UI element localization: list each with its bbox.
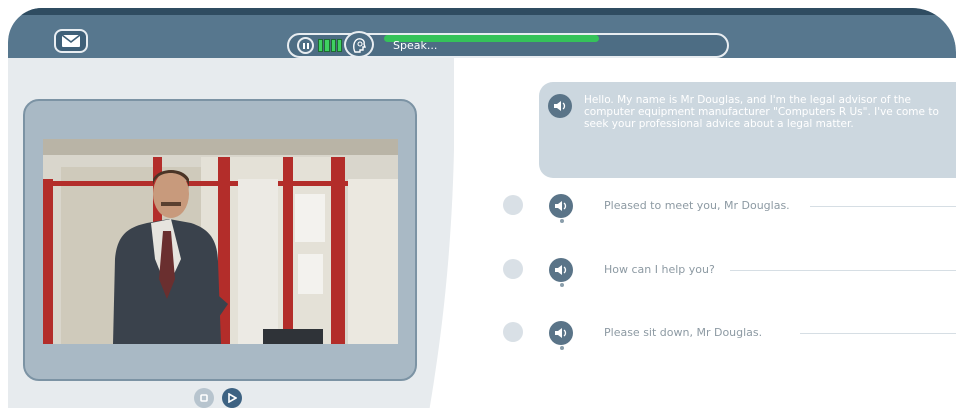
level-bar	[336, 39, 342, 52]
level-bar	[318, 39, 324, 52]
response-option[interactable]: Please sit down, Mr Douglas.	[503, 320, 956, 350]
bullet-dot	[560, 283, 564, 287]
speak-button[interactable]	[344, 31, 374, 58]
response-radio[interactable]	[503, 259, 523, 279]
response-radio[interactable]	[503, 195, 523, 215]
stop-button[interactable]	[194, 388, 214, 408]
response-label[interactable]: Pleased to meet you, Mr Douglas.	[604, 199, 790, 212]
bullet-dot	[560, 219, 564, 223]
app-window: Speak... Hello. My name is Mr Douglas, a…	[8, 8, 956, 408]
audio-level-icon	[318, 39, 342, 52]
speaker-icon[interactable]	[549, 258, 573, 282]
top-bar-shade	[8, 8, 956, 15]
response-option[interactable]: Pleased to meet you, Mr Douglas.	[503, 193, 956, 223]
play-button[interactable]	[222, 388, 242, 408]
pause-button[interactable]	[297, 37, 314, 54]
video-controls	[194, 388, 242, 408]
response-option[interactable]: How can I help you?	[503, 257, 956, 287]
stop-icon	[200, 394, 208, 402]
character-message: Hello. My name is Mr Douglas, and I'm th…	[584, 94, 939, 130]
character-speech-bubble: Hello. My name is Mr Douglas, and I'm th…	[539, 82, 956, 178]
mail-button[interactable]	[54, 29, 88, 53]
play-icon	[228, 393, 237, 403]
response-rule	[730, 270, 956, 271]
speaker-icon[interactable]	[548, 94, 572, 118]
mail-icon	[61, 34, 81, 47]
dialogue-panel: Hello. My name is Mr Douglas, and I'm th…	[454, 58, 956, 408]
video-frame	[23, 99, 417, 381]
level-bar	[330, 39, 336, 52]
level-bar	[324, 39, 330, 52]
speak-label: Speak...	[393, 39, 438, 52]
video-still-image	[43, 139, 398, 344]
video-player[interactable]	[43, 139, 398, 344]
speaking-head-icon	[353, 37, 366, 53]
speaker-icon[interactable]	[549, 321, 573, 345]
response-rule	[800, 333, 956, 334]
speak-bar[interactable]: Speak...	[287, 31, 729, 58]
speaker-icon[interactable]	[549, 194, 573, 218]
response-rule	[810, 206, 956, 207]
pause-icon	[302, 42, 309, 49]
video-panel	[8, 58, 454, 408]
bullet-dot	[560, 346, 564, 350]
response-label[interactable]: Please sit down, Mr Douglas.	[604, 326, 762, 339]
top-bar: Speak...	[8, 8, 956, 58]
response-label[interactable]: How can I help you?	[604, 263, 715, 276]
response-radio[interactable]	[503, 322, 523, 342]
